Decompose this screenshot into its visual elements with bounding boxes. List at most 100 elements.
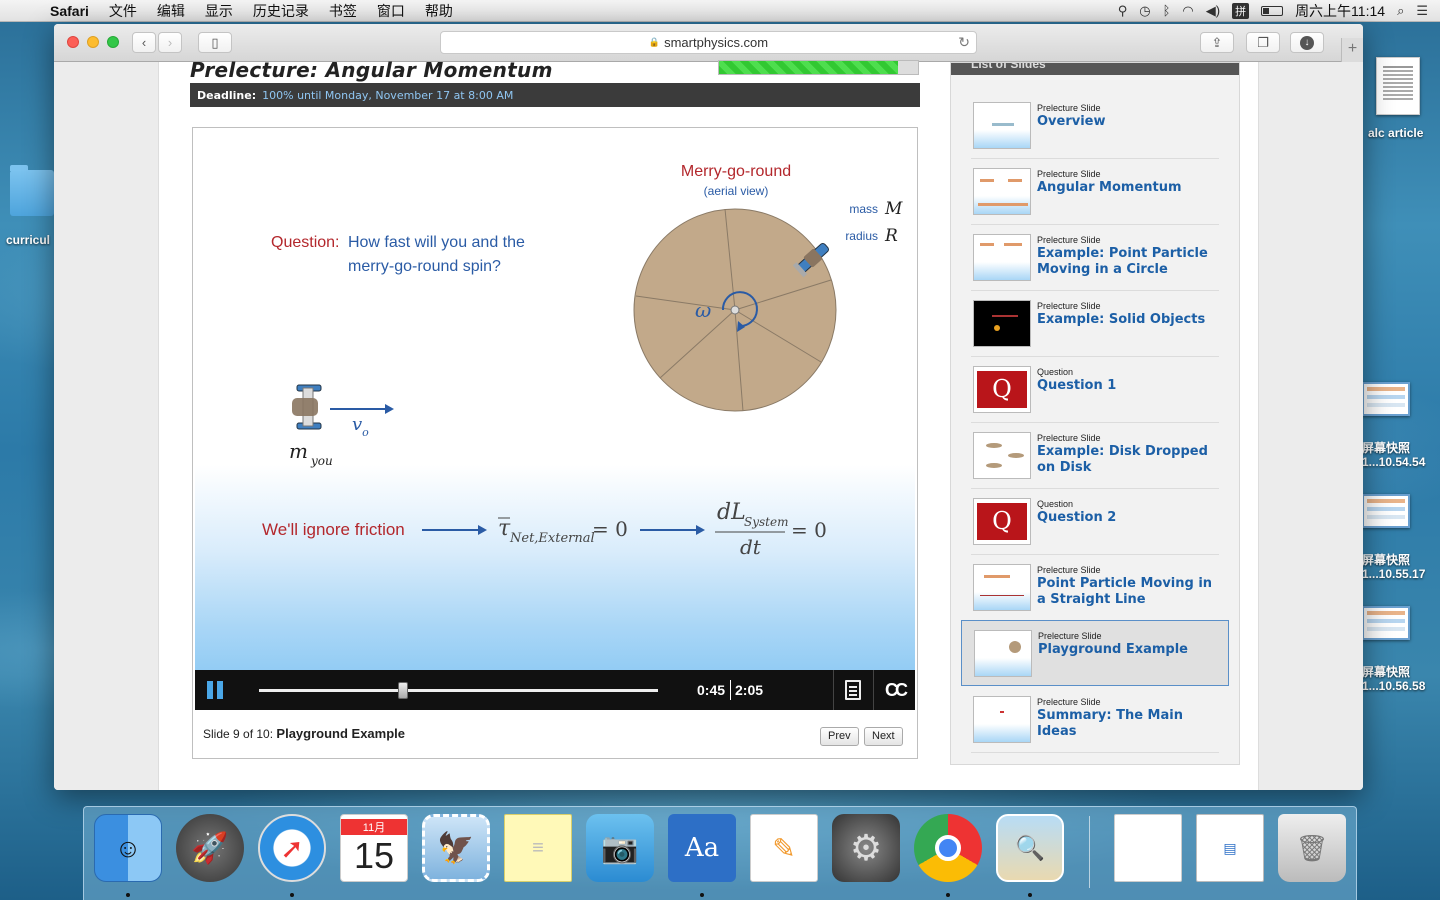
forward-button[interactable]: › [158, 32, 182, 53]
menu-edit[interactable]: 编辑 [147, 1, 195, 21]
slide-list-item[interactable]: Q Question Question 1 [971, 357, 1219, 423]
preview-icon[interactable]: 🔍 [996, 814, 1064, 882]
back-button[interactable]: ‹ [132, 32, 156, 53]
dictionary-icon[interactable]: Aa [668, 814, 736, 882]
photo-booth-icon[interactable]: 📷 [586, 814, 654, 882]
tabs-overview-button[interactable]: ❐ [1246, 32, 1280, 53]
launchpad-icon[interactable]: 🚀 [176, 814, 244, 882]
mass-you-subscript: you [310, 454, 333, 468]
folder-icon[interactable] [10, 165, 54, 216]
pages-icon[interactable]: ✎ [750, 814, 818, 882]
screenshot-label-line1: 屏幕快照 [1362, 553, 1411, 567]
mail-icon[interactable]: 🦅 [422, 814, 490, 882]
slide-footer: Slide 9 of 10: Playground Example [203, 726, 405, 741]
downloads-button[interactable]: ↓ [1290, 32, 1324, 53]
magnifier-status-icon[interactable]: ⚲ [1118, 3, 1128, 19]
menu-help[interactable]: 帮助 [415, 1, 463, 21]
slide-list-item[interactable]: Prelecture Slide Example: Disk Dropped o… [971, 423, 1219, 489]
time-machine-icon[interactable]: ◷ [1139, 3, 1150, 19]
screenshot-label-line2: 1...10.56.58 [1362, 679, 1426, 693]
slide-item-title: Question 2 [1037, 510, 1117, 525]
pause-button[interactable] [205, 679, 227, 701]
slide-list-item[interactable]: Prelecture Slide Example: Solid Objects [971, 291, 1219, 357]
menu-window[interactable]: 窗口 [367, 1, 415, 21]
seek-handle[interactable] [397, 682, 408, 699]
screenshot-label-line2: 1...10.54.54 [1362, 455, 1426, 469]
slide-item-title: Example: Point Particle Moving in a Circ… [1037, 246, 1208, 277]
slide-list-item[interactable]: Prelecture Slide Example: Point Particle… [971, 225, 1219, 291]
document-icon[interactable] [1376, 57, 1420, 115]
spotlight-icon[interactable]: ⌕ [1397, 3, 1404, 19]
zoom-window-button[interactable] [107, 36, 119, 48]
sidebar-toggle-button[interactable]: ▯ [198, 32, 232, 53]
safari-icon[interactable]: ➚ [258, 814, 326, 882]
bluetooth-icon[interactable]: ᛒ [1163, 3, 1171, 18]
input-method-icon[interactable]: 拼 [1232, 2, 1250, 19]
seek-track[interactable] [259, 689, 658, 692]
slide-thumbnail [973, 234, 1031, 281]
slide-list-item[interactable]: Prelecture Slide Overview [971, 93, 1219, 159]
transcript-button[interactable] [845, 680, 861, 700]
torque-subscript: Net,External [509, 531, 595, 546]
slide-list-item-active[interactable]: Prelecture Slide Playground Example [961, 620, 1229, 686]
prelecture-progress-fill [719, 61, 899, 74]
slide-player: Merry-go-round (aerial view) ω mass M ra… [192, 127, 918, 759]
mass-symbol: M [884, 199, 903, 219]
total-time: 2:05 [735, 682, 764, 698]
notes-icon[interactable]: ≡ [504, 814, 572, 882]
document-stack-icon[interactable] [1114, 814, 1182, 882]
calendar-icon[interactable]: 11月 15 [340, 814, 408, 882]
slides-list-header: List of Slides [951, 63, 1239, 75]
dL-symbol: dL [717, 500, 746, 525]
notification-center-icon[interactable]: ☰ [1416, 3, 1428, 19]
player-controls: 0:45 2:05 CC [195, 670, 915, 710]
system-preferences-icon[interactable]: ⚙ [832, 814, 900, 882]
screenshot-icon[interactable] [1362, 606, 1410, 640]
velocity-subscript: o [362, 426, 369, 439]
screenshot-label-line1: 屏幕快照 [1362, 441, 1411, 455]
prev-button[interactable]: Prev [820, 727, 859, 746]
slide-thumbnail [974, 630, 1032, 677]
screenshot-icon[interactable] [1362, 494, 1410, 528]
new-tab-button[interactable]: + [1341, 38, 1363, 62]
slide-item-title: Point Particle Moving in a Straight Line [1037, 576, 1213, 607]
share-button[interactable]: ⇪ [1200, 32, 1234, 53]
page-gutter-left [54, 62, 158, 790]
close-window-button[interactable] [67, 36, 79, 48]
question-text-line1: How fast will you and the [348, 234, 525, 251]
menu-bookmarks[interactable]: 书签 [319, 1, 367, 21]
slide-list-item[interactable]: Prelecture Slide Angular Momentum [971, 159, 1219, 225]
menu-history[interactable]: 历史记录 [243, 1, 319, 21]
slide-list-item[interactable]: Prelecture Slide Summary: The Main Ideas [971, 687, 1219, 753]
address-bar[interactable]: 🔒 smartphysics.com ↻ [440, 31, 977, 54]
slide-thumbnail [973, 168, 1031, 215]
menu-view[interactable]: 显示 [195, 1, 243, 21]
finder-icon[interactable]: ☺ [94, 814, 162, 882]
menu-file[interactable]: 文件 [99, 1, 147, 21]
menu-clock[interactable]: 周六上午11:14 [1295, 1, 1385, 21]
control-divider [833, 670, 834, 710]
running-indicator [1028, 893, 1032, 897]
deadline-bar: Deadline: 100% until Monday, November 17… [190, 83, 920, 107]
question-q-icon: Q [977, 503, 1027, 540]
reload-icon[interactable]: ↻ [958, 34, 970, 51]
wifi-icon[interactable]: ◠ [1182, 3, 1193, 19]
screenshot-icon[interactable] [1362, 382, 1410, 416]
volume-icon[interactable]: ◀) [1206, 3, 1220, 19]
next-button[interactable]: Next [864, 727, 903, 746]
minimize-window-button[interactable] [87, 36, 99, 48]
battery-icon[interactable] [1261, 5, 1284, 16]
radius-symbol: R [884, 226, 898, 246]
trash-icon[interactable]: 🗑 [1278, 814, 1346, 882]
screenshot-stack-icon[interactable]: ▤ [1196, 814, 1264, 882]
slide-list-item[interactable]: Prelecture Slide Point Particle Moving i… [971, 555, 1219, 621]
download-icon: ↓ [1300, 35, 1314, 50]
closed-captions-button[interactable]: CC [885, 680, 908, 701]
running-indicator [290, 893, 294, 897]
chrome-icon[interactable] [914, 814, 982, 882]
pause-icon [207, 681, 213, 699]
merry-go-round-disk [633, 208, 837, 412]
slide-list-item[interactable]: Q Question Question 2 [971, 489, 1219, 555]
control-divider [873, 670, 874, 710]
menu-app-name[interactable]: Safari [40, 3, 99, 19]
